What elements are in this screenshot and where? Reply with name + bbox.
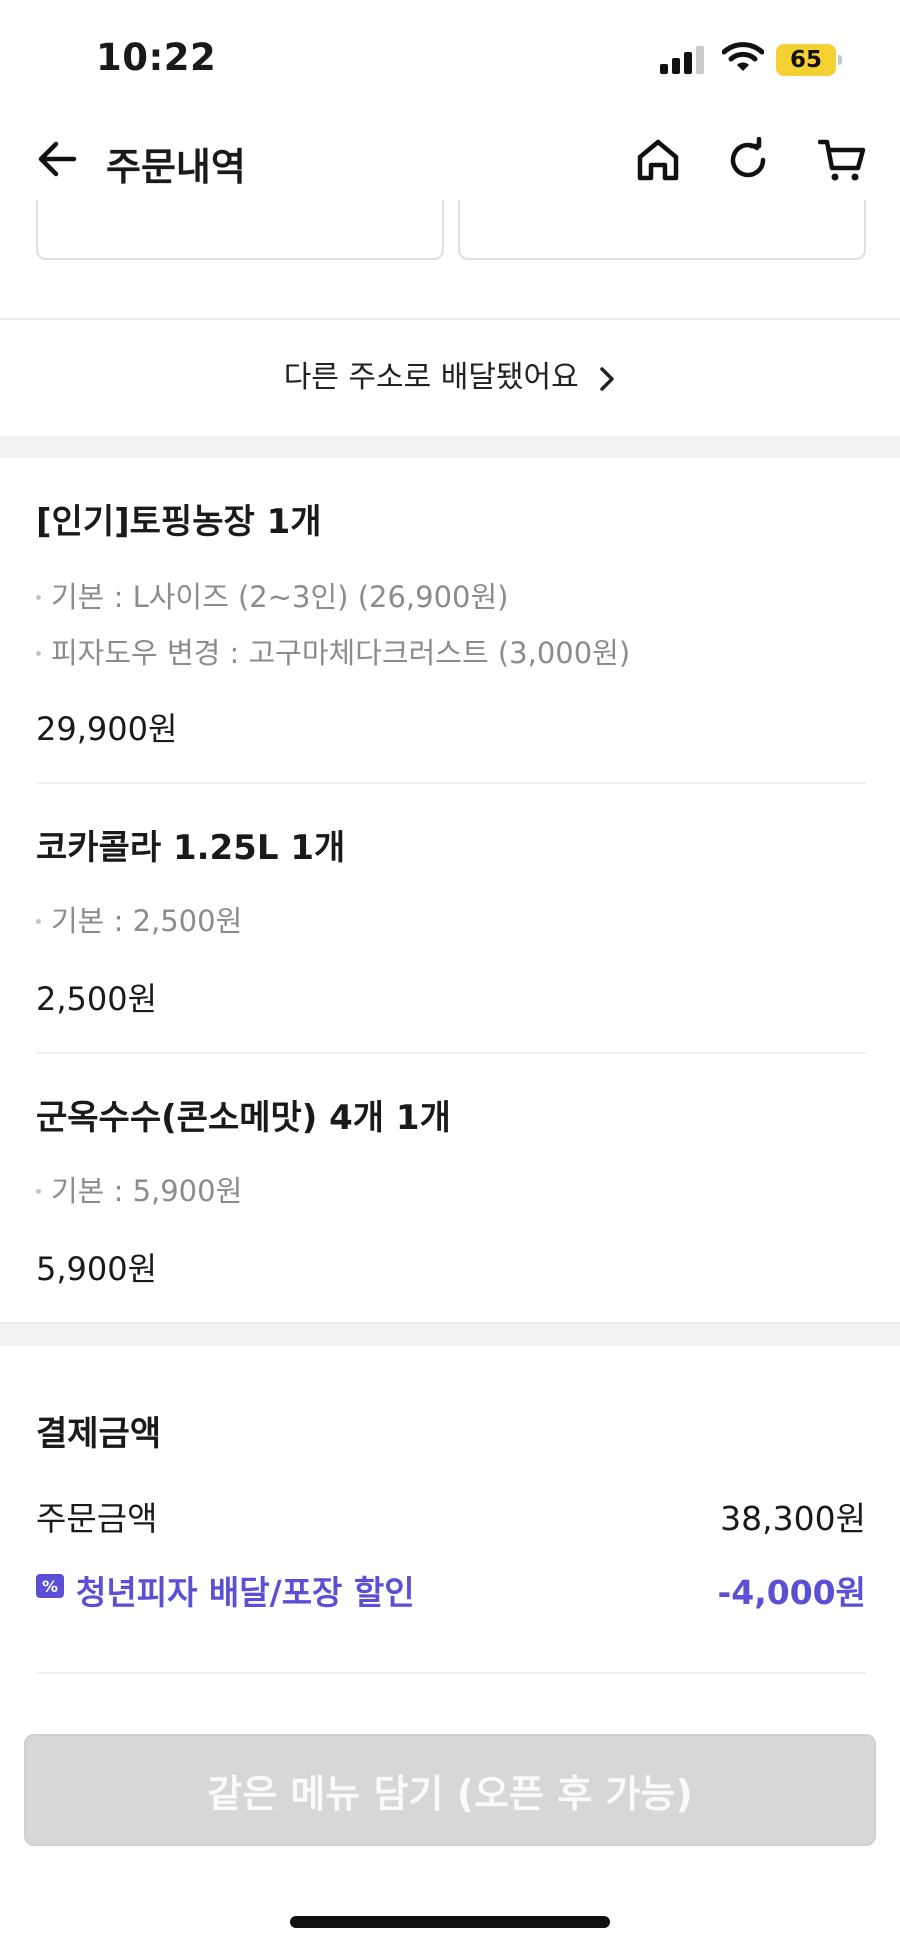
discount-label: 청년피자 배달/포장 할인 — [76, 1573, 415, 1612]
add-same-menu-button[interactable]: 같은 메뉴 담기 (오픈 후 가능) — [24, 1734, 876, 1846]
chevron-right-icon — [600, 366, 615, 391]
home-indicator — [290, 1916, 610, 1928]
order-item: 코카콜라 1.25L 1개 — [36, 820, 866, 869]
status-time: 10:22 — [96, 36, 217, 79]
refresh-button[interactable] — [722, 134, 774, 186]
row-divider — [36, 1052, 866, 1054]
item-price: 29,900원 — [36, 710, 178, 748]
back-button[interactable] — [32, 134, 82, 184]
item-name: [인기]토핑농장 1개 — [36, 502, 322, 542]
page-title: 주문내역 — [106, 145, 246, 189]
home-button[interactable] — [632, 134, 684, 186]
section-gap — [0, 1324, 900, 1346]
order-item: [인기]토핑농장 1개 — [36, 494, 866, 543]
other-address-link[interactable]: 다른 주소로 배달됐어요 — [0, 352, 900, 396]
item-option: 기본 : 2,500원 — [36, 898, 242, 940]
order-amount-value: 38,300원 — [720, 1499, 866, 1538]
battery-level: 65 — [776, 44, 836, 76]
section-gap — [0, 436, 900, 458]
other-address-label: 다른 주소로 배달됐어요 — [283, 360, 579, 395]
cellular-signal-icon — [660, 46, 704, 74]
home-icon — [637, 139, 679, 181]
item-price: 5,900원 — [36, 1250, 158, 1288]
order-amount-label: 주문금액 — [36, 1499, 158, 1538]
wifi-icon — [721, 40, 765, 74]
item-option: 기본 : L사이즈 (2~3인) (26,900원) — [36, 574, 509, 616]
battery-icon: 65 — [776, 44, 842, 76]
app-header: 주문내역 — [0, 120, 900, 200]
status-bar: 10:22 65 — [0, 0, 900, 120]
row-divider — [36, 782, 866, 784]
row-divider — [36, 1672, 866, 1674]
discount-value: -4,000원 — [717, 1573, 866, 1612]
item-name: 군옥수수(콘소메맛) 4개 1개 — [36, 1098, 451, 1138]
item-price: 2,500원 — [36, 980, 158, 1018]
arrow-left-icon — [38, 141, 77, 177]
item-option: 피자도우 변경 : 고구마체다크러스트 (3,000원) — [36, 630, 630, 672]
order-item: 군옥수수(콘소메맛) 4개 1개 — [36, 1090, 866, 1139]
divider — [0, 318, 900, 320]
payment-section-title: 결제금액 — [36, 1414, 162, 1454]
item-name: 코카콜라 1.25L 1개 — [36, 828, 346, 868]
item-option: 기본 : 5,900원 — [36, 1168, 242, 1210]
cart-button[interactable] — [816, 134, 868, 186]
cart-icon — [818, 139, 866, 181]
refresh-icon — [730, 137, 766, 178]
